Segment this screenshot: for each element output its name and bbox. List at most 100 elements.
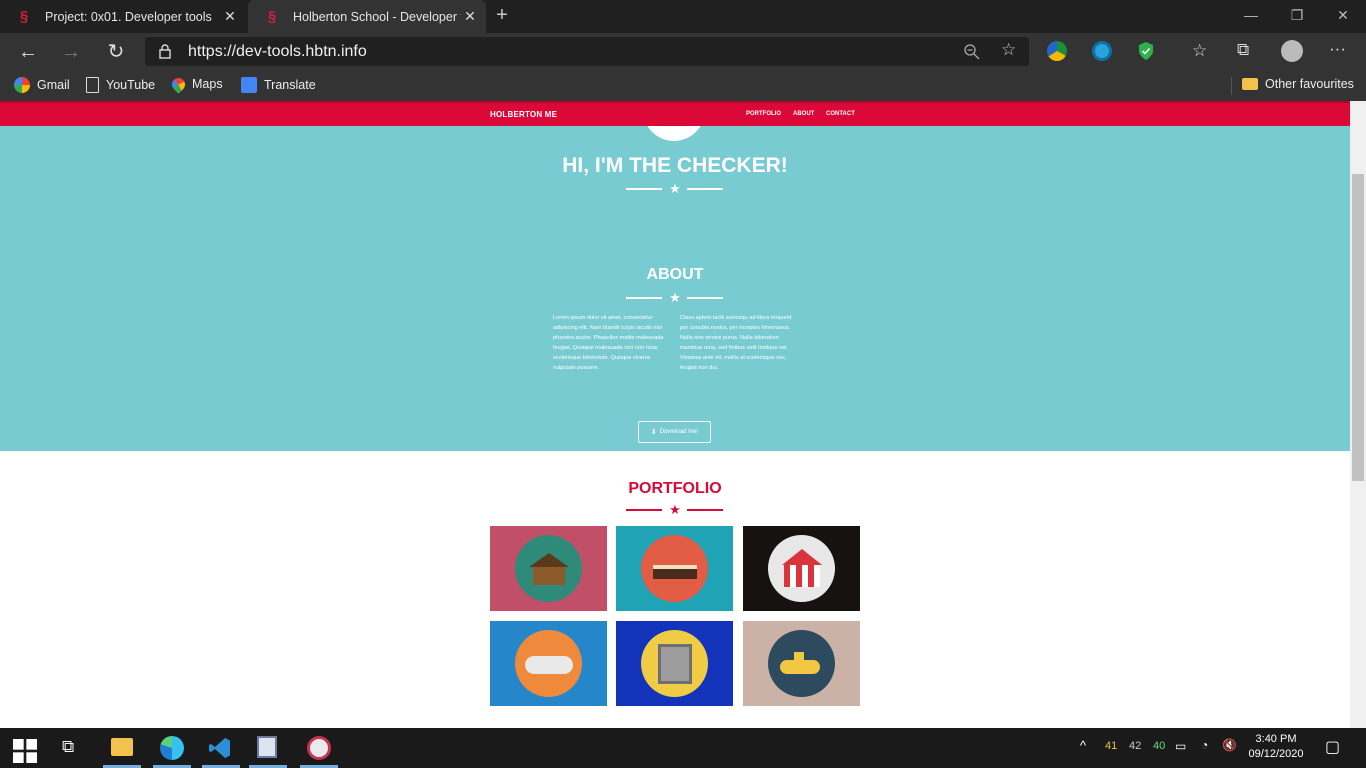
holberton-favicon: § [19,8,29,25]
bookmark-label: Translate [264,78,316,92]
more-options-icon[interactable]: ··· [1329,39,1346,59]
notepad-app-icon[interactable] [257,736,277,758]
tray-number-3: 40 [1153,740,1166,752]
bookmarks-divider [1231,77,1232,95]
tab-title: Project: 0x01. Developer tools | H [45,9,215,24]
portfolio-item-cabin[interactable] [490,526,607,611]
edge-icon[interactable] [160,736,184,760]
clock[interactable]: 3:40 PM 09/12/2020 [1246,732,1306,762]
hero-title: HI, I'M THE CHECKER! [562,154,788,177]
download-icon: ⬇ [650,429,657,436]
wifi-icon[interactable]: ◔ [1201,738,1208,752]
maps-pin-icon [169,74,188,94]
tab-project[interactable]: § Project: 0x01. Developer tools | H ✕ [0,0,246,33]
bookmark-youtube[interactable]: YouTube [86,77,155,93]
about-title: ABOUT [646,266,704,283]
game-controller-icon [515,630,582,697]
star-icon: ★ [669,290,681,305]
minimize-icon[interactable]: — [1228,0,1274,30]
portfolio-item-circus[interactable] [743,526,860,611]
page-icon [86,77,99,93]
search-extension-icon[interactable] [1092,41,1112,61]
folder-icon [1242,78,1258,90]
cabin-icon [515,535,582,602]
portfolio-item-cake[interactable] [616,526,733,611]
bookmark-translate[interactable]: Translate [241,77,316,93]
google-icon [14,77,30,93]
nav-portfolio[interactable]: PORTFOLIO [746,111,781,117]
nav-contact[interactable]: CONTACT [826,111,855,117]
close-window-icon[interactable]: ✕ [1320,0,1366,30]
restore-icon[interactable]: ❐ [1274,0,1320,30]
url-text: https://dev-tools.hbtn.info [188,43,367,60]
submarine-icon [768,630,835,697]
cake-icon [641,535,708,602]
bookmarks-bar: Gmail YouTube Maps Translate Other favou… [0,70,1366,101]
lock-icon [159,44,171,59]
windows-start-icon[interactable] [13,739,37,763]
about-text-right: Class aptent taciti sociosqu ad litora t… [680,315,792,371]
hero-divider: ★ [626,181,723,196]
page-viewport: HI, I'M THE CHECKER! ★ ABOUT ★ Lorem ips… [0,101,1350,728]
tab-strip: § Project: 0x01. Developer tools | H ✕ §… [0,0,1366,33]
vscode-icon[interactable] [208,736,232,760]
forward-icon[interactable]: → [58,39,84,65]
windows-taskbar: ⧉ ^ 41 42 40 ▭ ◔ 🔇 3:40 PM 09/12/2020 ▢ [0,728,1366,768]
hero-section: HI, I'M THE CHECKER! ★ ABOUT ★ Lorem ips… [0,106,1350,451]
zoom-icon[interactable] [963,43,980,60]
favorite-star-icon[interactable]: ☆ [1001,40,1016,60]
translate-icon [241,77,257,93]
show-hidden-icons[interactable]: ^ [1080,738,1086,753]
address-bar[interactable]: https://dev-tools.hbtn.info ☆ [145,37,1029,66]
download-button[interactable]: ⬇ Download me! [638,421,711,443]
tray-number-2: 42 [1129,740,1142,752]
download-label: Download me! [659,429,699,435]
portfolio-item-submarine[interactable] [743,621,860,706]
nav-about[interactable]: ABOUT [793,111,814,117]
task-view-icon[interactable]: ⧉ [62,737,86,761]
site-navbar: HOLBERTON ME PORTFOLIO ABOUT CONTACT [0,101,1350,126]
scrollbar-thumb[interactable] [1352,174,1364,481]
favorites-list-icon[interactable]: ☆ [1192,41,1207,61]
holberton-favicon: § [267,8,277,25]
clock-time: 3:40 PM [1255,733,1297,745]
tab-title: Holberton School - Developer to [293,9,461,24]
portfolio-divider: ★ [626,502,723,517]
bookmark-label: Maps [192,77,223,91]
safe-icon [641,630,708,697]
other-favourites-folder[interactable]: Other favourites [1242,77,1354,91]
paint-app-icon[interactable] [307,736,331,760]
bookmark-label: YouTube [106,78,156,92]
volume-muted-icon[interactable]: 🔇 [1222,738,1237,752]
profile-avatar[interactable] [1281,40,1303,62]
file-explorer-icon[interactable] [111,738,133,756]
about-text-left: Lorem ipsum dolor sit amet, consectetur … [553,315,664,371]
address-toolbar: ← → ↻ https://dev-tools.hbtn.info ☆ ☆ ⧉ … [0,33,1366,70]
bookmark-label: Gmail [37,78,70,92]
battery-icon[interactable]: ▭ [1175,739,1186,753]
refresh-icon[interactable]: ↻ [103,39,129,65]
new-tab-icon[interactable]: + [492,5,512,27]
star-icon: ★ [669,502,681,517]
notifications-icon[interactable]: ▢ [1325,737,1340,757]
close-tab-icon[interactable]: ✕ [462,8,478,24]
tab-holberton-school[interactable]: § Holberton School - Developer to ✕ [248,0,486,33]
tray-number-1: 41 [1105,740,1118,752]
star-icon: ★ [669,181,681,196]
portfolio-item-safe[interactable] [616,621,733,706]
bookmark-gmail[interactable]: Gmail [14,77,70,93]
extension-icon[interactable] [1047,41,1067,61]
close-tab-icon[interactable]: ✕ [222,8,238,24]
back-icon[interactable]: ← [15,39,41,65]
circus-tent-icon [768,535,835,602]
shield-icon[interactable] [1137,41,1155,61]
portfolio-title: PORTFOLIO [628,480,722,497]
clock-date: 09/12/2020 [1248,748,1304,760]
portfolio-item-game-controller[interactable] [490,621,607,706]
bookmark-label: Other favourites [1265,77,1354,91]
collections-icon[interactable]: ⧉ [1237,40,1249,60]
about-divider: ★ [626,290,723,305]
page-scrollbar[interactable] [1350,101,1366,728]
bookmark-maps[interactable]: Maps [169,74,223,94]
brand-link[interactable]: HOLBERTON ME [490,110,557,119]
